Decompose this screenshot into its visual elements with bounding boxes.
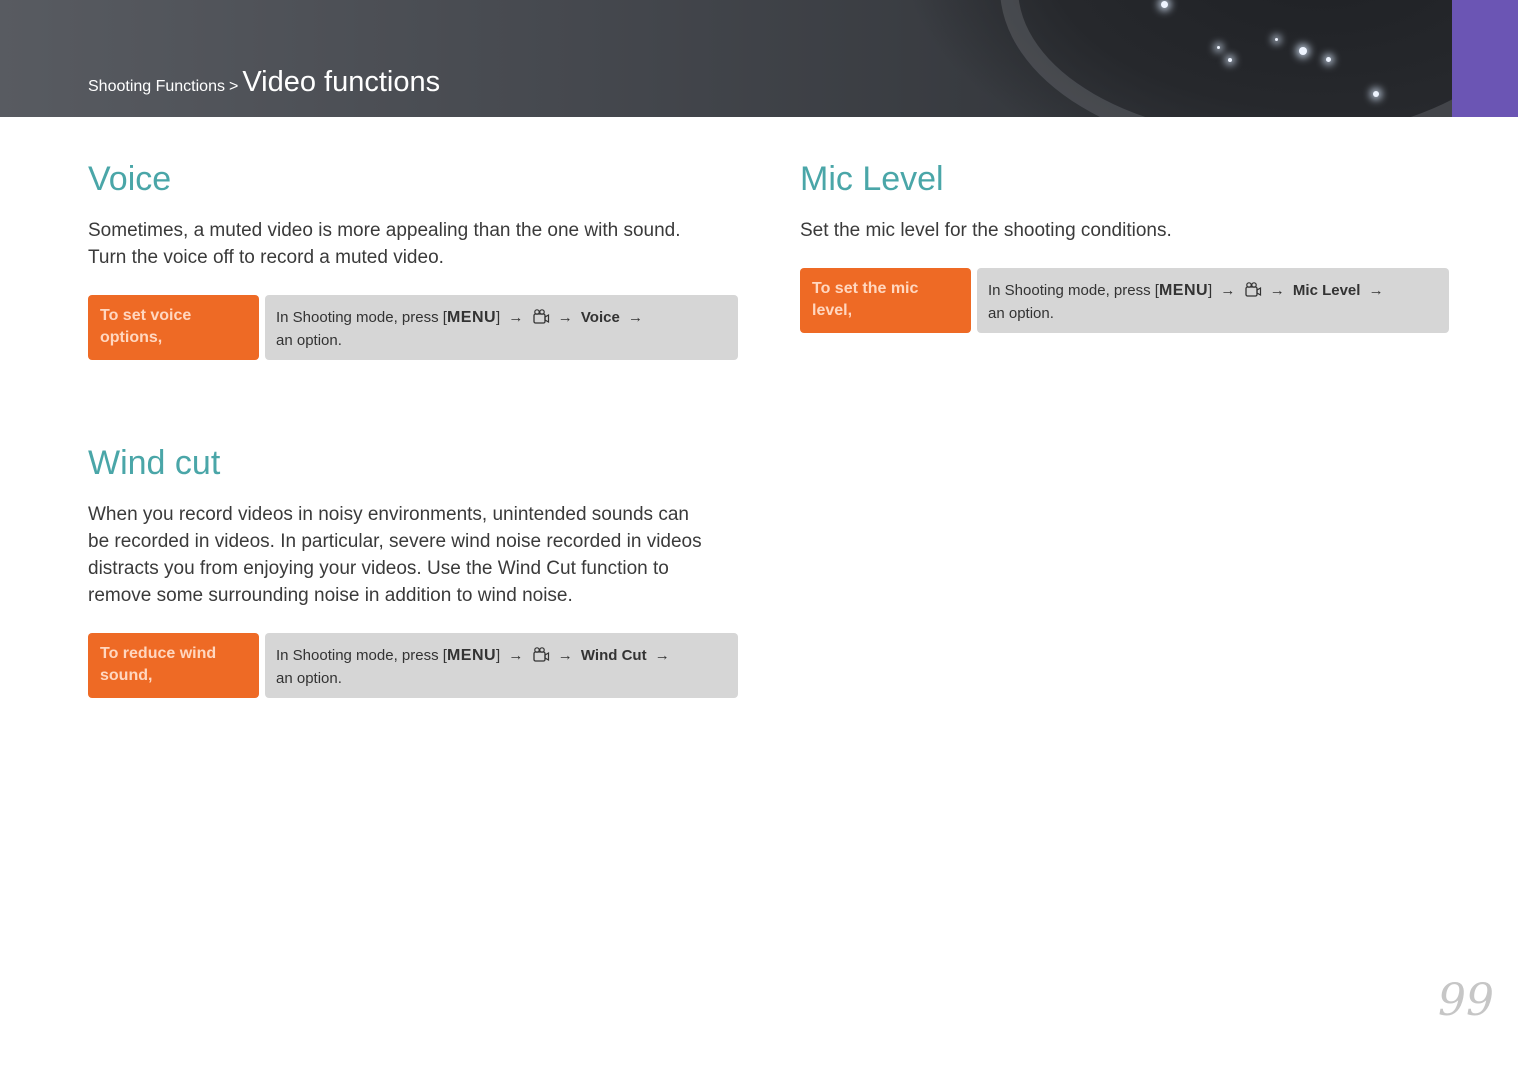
steps-line: In Shooting mode, press [MENU] → → Voice… <box>276 306 727 329</box>
steps-target: Mic Level <box>1292 282 1361 299</box>
wind-cut-howto-steps: In Shooting mode, press [MENU] → → Wind … <box>265 633 738 698</box>
menu-key-icon: MENU <box>1158 282 1209 299</box>
voice-description: Sometimes, a muted video is more appeali… <box>88 217 681 271</box>
mic-level-howto-label: To set the mic level, <box>800 268 971 333</box>
howto-label-line: sound, <box>100 667 153 684</box>
wind-cut-howto: To reduce wind sound, In Shooting mode, … <box>88 633 738 698</box>
mic-level-description: Set the mic level for the shooting condi… <box>800 217 1172 244</box>
howto-label-line: level, <box>812 302 853 319</box>
voice-howto-label: To set voice options, <box>88 295 259 360</box>
voice-howto-steps: In Shooting mode, press [MENU] → → Voice… <box>265 295 738 360</box>
steps-target: Voice <box>580 309 620 326</box>
arrow-icon: → <box>508 647 524 664</box>
header-sparkle <box>1228 58 1232 62</box>
steps-prefix: In Shooting mode, press [ <box>988 282 1159 299</box>
steps-target: Wind Cut <box>580 647 647 664</box>
header-sparkle <box>1275 38 1278 41</box>
breadcrumb-separator: > <box>228 78 239 95</box>
wind-cut-howto-label: To reduce wind sound, <box>88 633 259 698</box>
voice-howto: To set voice options, In Shooting mode, … <box>88 295 738 360</box>
howto-label-line: To set the mic <box>812 280 919 297</box>
steps-suffix: an option. <box>276 332 342 349</box>
arrow-icon: → <box>654 647 670 664</box>
steps-prefix: In Shooting mode, press [ <box>276 309 447 326</box>
breadcrumb-current: Video functions <box>242 66 441 98</box>
steps-bracket: ] <box>1208 282 1213 299</box>
mic-level-howto: To set the mic level, In Shooting mode, … <box>800 268 1449 333</box>
steps-prefix: In Shooting mode, press [ <box>276 647 447 664</box>
steps-line: In Shooting mode, press [MENU] → → Wind … <box>276 644 727 667</box>
header-sparkle <box>1299 47 1307 55</box>
steps-bracket: ] <box>496 309 501 326</box>
arrow-icon: → <box>1269 282 1285 299</box>
steps-suffix: an option. <box>276 670 342 687</box>
howto-label-line: To set voice <box>100 307 192 324</box>
wind-cut-description-line: When you record videos in noisy environm… <box>88 504 689 525</box>
arrow-icon: → <box>1368 282 1384 299</box>
mic-level-description-line: Set the mic level for the shooting condi… <box>800 220 1172 241</box>
breadcrumb: Shooting Functions > Video functions <box>88 66 440 99</box>
steps-suffix: an option. <box>988 305 1054 322</box>
breadcrumb-parent: Shooting Functions <box>88 78 225 95</box>
movie-camera-icon <box>1244 282 1261 297</box>
menu-key-icon: MENU <box>446 309 497 326</box>
wind-cut-description-line: be recorded in videos. In particular, se… <box>88 531 702 552</box>
howto-label-line: To reduce wind <box>100 645 217 662</box>
steps-line: In Shooting mode, press [MENU] → → Mic L… <box>988 279 1438 302</box>
voice-description-line: Sometimes, a muted video is more appeali… <box>88 220 681 241</box>
steps-bracket: ] <box>496 647 501 664</box>
page-number: 99 <box>1438 975 1494 1026</box>
menu-key-icon: MENU <box>446 647 497 664</box>
movie-camera-icon <box>532 647 549 662</box>
wind-cut-description-line: remove some surrounding noise in additio… <box>88 585 573 606</box>
wind-cut-title: Wind cut <box>88 444 221 482</box>
arrow-icon: → <box>627 309 643 326</box>
movie-camera-icon <box>532 309 549 324</box>
mic-level-title: Mic Level <box>800 160 944 198</box>
arrow-icon: → <box>557 647 573 664</box>
howto-label-line: options, <box>100 329 163 346</box>
voice-description-line: Turn the voice off to record a muted vid… <box>88 247 444 268</box>
mic-level-howto-steps: In Shooting mode, press [MENU] → → Mic L… <box>977 268 1449 333</box>
arrow-icon: → <box>1220 282 1236 299</box>
header-sparkle <box>1326 57 1331 62</box>
section-accent-tab <box>1452 0 1518 117</box>
voice-title: Voice <box>88 160 172 198</box>
header-sparkle <box>1373 91 1379 97</box>
header-sparkle <box>1217 46 1220 49</box>
arrow-icon: → <box>508 309 524 326</box>
arrow-icon: → <box>557 309 573 326</box>
wind-cut-description: When you record videos in noisy environm… <box>88 501 702 609</box>
wind-cut-description-line: distracts you from enjoying your videos.… <box>88 558 669 579</box>
header-sparkle <box>1161 1 1168 8</box>
page-header <box>0 0 1452 117</box>
